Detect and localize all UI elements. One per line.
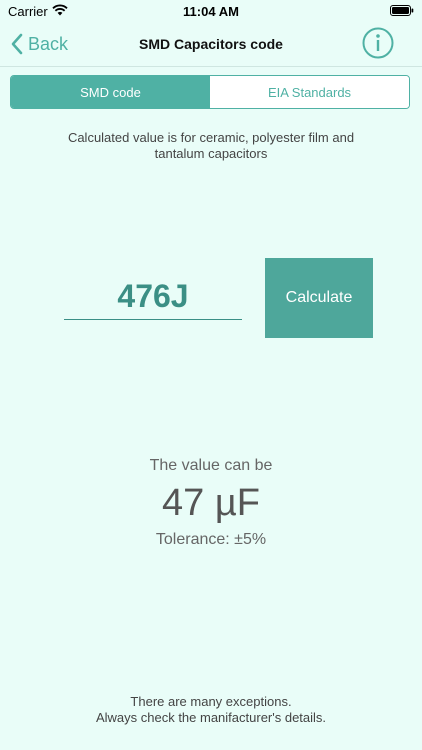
footer-line-2: Always check the manifacturer's details. [95,710,327,725]
footer-line-1: There are many exceptions. [130,694,292,709]
segmented-control: SMD code EIA Standards [10,75,410,109]
status-bar: Carrier 11:04 AM [0,0,422,22]
result-heading: The value can be [149,457,273,474]
page-title: SMD Capacitors code [139,36,283,52]
status-time: 11:04 AM [183,4,239,19]
info-note-line-1: Calculated value is for ceramic, polyest… [67,130,355,145]
tab-eia-standards[interactable]: EIA Standards [210,76,409,108]
info-note-line-2: tantalum capacitors [154,146,268,161]
battery-icon [390,5,414,16]
tab-smd-code[interactable]: SMD code [11,76,210,108]
info-note: Calculated value is for ceramic, polyest… [30,130,392,162]
calculate-button[interactable]: Calculate [265,258,373,338]
tolerance-label: Tolerance: ±5% [155,531,267,548]
footer-note: There are many exceptions. Always check … [0,694,422,726]
info-icon[interactable] [362,27,394,59]
smd-code-input[interactable] [64,274,242,320]
result-value: 47 µF [162,482,260,524]
navigation-bar: Back SMD Capacitors code [0,22,422,67]
